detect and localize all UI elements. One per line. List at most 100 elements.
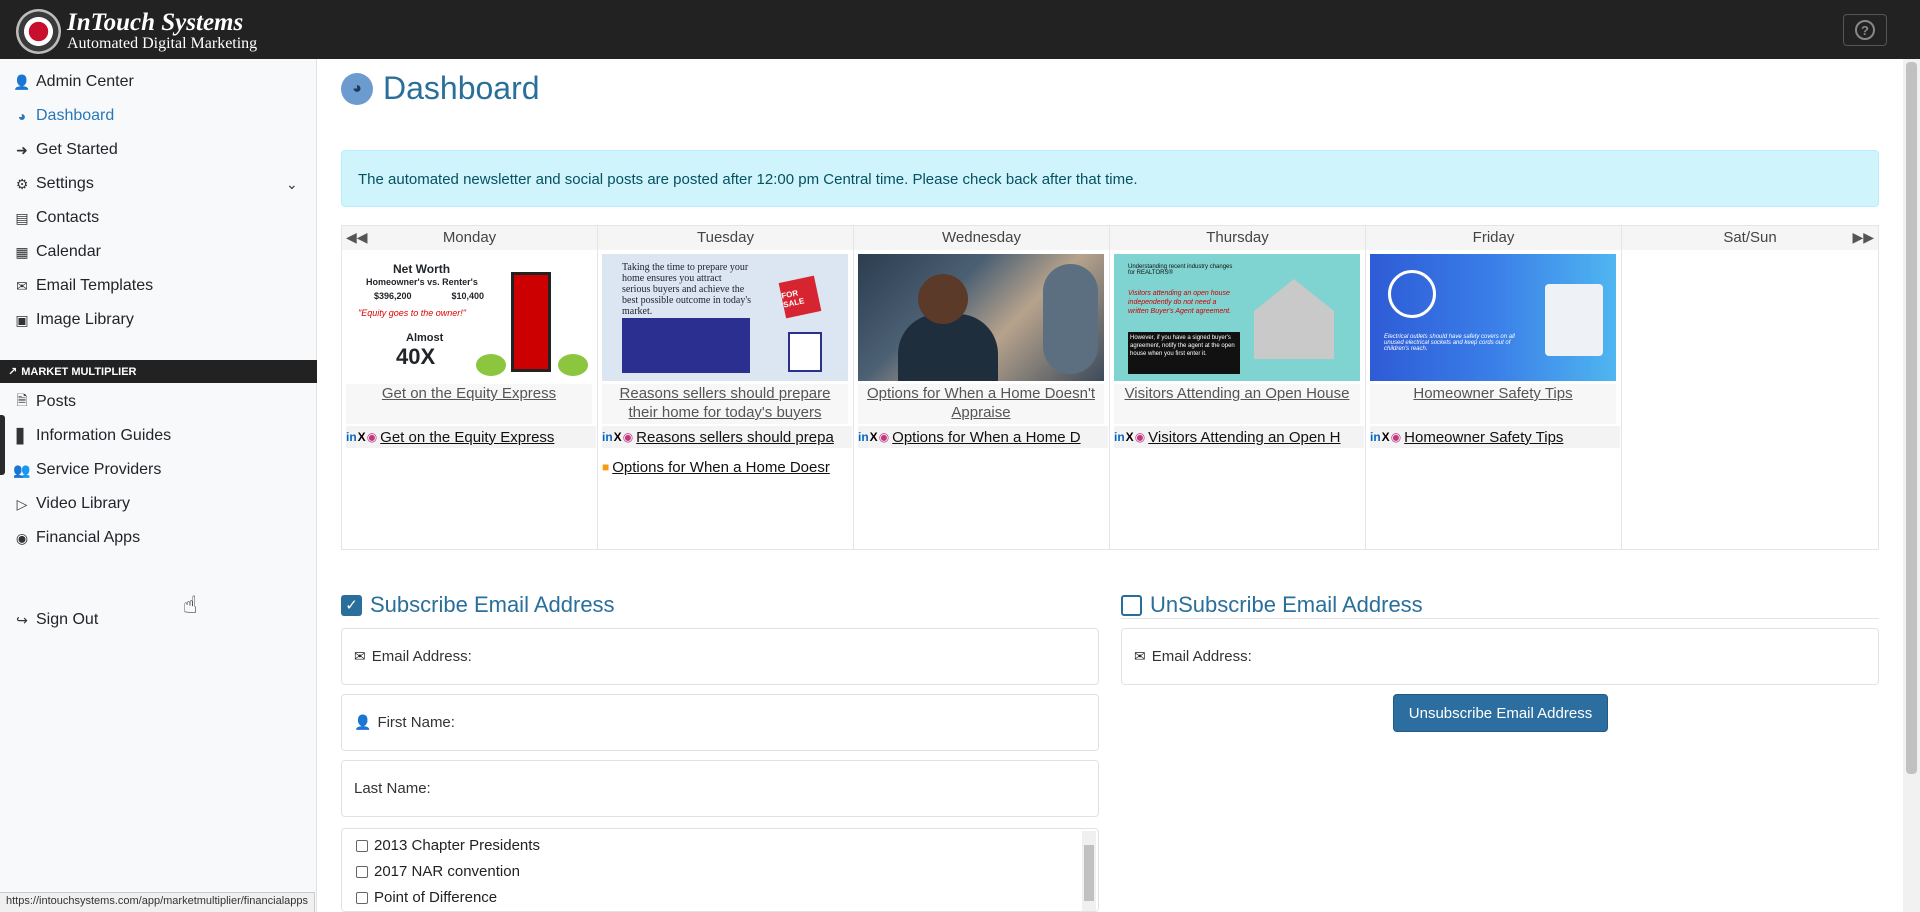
sidebar-item-posts[interactable]: 🗎 Posts [12,389,76,415]
sidebar-item-service-providers[interactable]: 👥 Service Providers [12,457,161,483]
unsubscribe-email-field[interactable]: ✉ Email Address: [1121,628,1879,685]
thumb-text: However, if you have a signed buyer's ag… [1128,332,1240,374]
image-icon: ▣ [15,311,29,328]
page-scrollbar-thumb[interactable] [1906,62,1917,774]
post-link[interactable]: Homeowner Safety Tips [1370,384,1616,424]
thumb-text: Homeowner's vs. Renter's [366,277,478,287]
sidebar-toggle-handle[interactable] [0,415,5,475]
social-post-link[interactable]: Options for When a Home D [892,429,1080,446]
book-icon: ▋ [16,427,28,444]
last-name-field[interactable]: Last Name: [341,760,1099,817]
linkedin-icon: in [602,430,613,444]
group-list[interactable]: 2013 Chapter Presidents 2017 NAR convent… [341,828,1099,912]
sidebar-item-email-templates[interactable]: ✉ Email Templates [12,273,153,299]
hand-cursor-icon: ☝ [183,592,198,619]
sidebar-item-financial-apps[interactable]: ◉ Financial Apps [12,525,140,551]
sidebar-item-label: Information Guides [36,427,172,444]
field-label: Last Name: [354,780,431,797]
calendar-day-wednesday: Wednesday Options for When a Home Doesn'… [854,226,1110,549]
logo-subtitle: Automated Digital Marketing [67,35,258,53]
sidebar: 👤 Admin Center ◕ Dashboard ➜ Get Started… [0,59,317,912]
sidebar-item-label: Service Providers [36,461,162,478]
checkbox[interactable] [356,891,368,904]
social-post-row[interactable]: in X ◉ Options for When a Home D [858,426,1108,448]
checkbox[interactable] [356,865,368,878]
post-thumbnail-reasons[interactable]: Taking the time to prepare your home ens… [602,254,848,381]
thumb-text: Almost [406,332,444,344]
social-post-link[interactable]: Reasons sellers should prepa [636,429,834,446]
checkbox[interactable] [356,839,368,852]
page-title: ◕ Dashboard [341,70,540,107]
sidebar-item-dashboard[interactable]: ◕ Dashboard [12,103,115,129]
thumb-text: $10,400 [451,291,484,301]
post-thumbnail-equity[interactable]: Net Worth Homeowner's vs. Renter's $396,… [346,254,592,381]
calendar-day-weekend: Sat/Sun ▶▶ [1622,226,1878,549]
sidebar-item-settings[interactable]: ⚙ Settings [12,171,94,197]
group-label: 2013 Chapter Presidents [374,837,540,854]
logo[interactable]: InTouch Systems Automated Digital Market… [16,9,257,54]
social-post-row[interactable]: in X ◉ Reasons sellers should prepa [602,426,852,448]
day-header: Monday [342,226,597,250]
rss-icon: ■ [602,460,610,474]
prev-week-icon[interactable]: ◀◀ [346,229,368,246]
sidebar-item-image-library[interactable]: ▣ Image Library [12,307,133,333]
dollar-circle-icon: ◉ [15,529,29,546]
thumb-text: Electrical outlets should have safety co… [1384,334,1515,352]
thumb-text: Visitors attending an open house indepen… [1128,290,1232,315]
rss-post-link[interactable]: Options for When a Home Doesr [612,459,830,476]
sidebar-item-label: Contacts [36,209,100,226]
sidebar-item-information-guides[interactable]: ▋ Information Guides [12,423,172,449]
rss-post-row[interactable]: ■ Options for When a Home Doesr [602,456,852,478]
status-bar-url: https://intouchsystems.com/app/marketmul… [0,892,316,912]
subscribe-email-field[interactable]: ✉ Email Address: [341,628,1099,685]
post-thumbnail-visitors[interactable]: Understanding recent industry changes fo… [1114,254,1360,381]
list-scrollbar-thumb[interactable] [1084,845,1094,901]
sidebar-item-label: Video Library [36,495,130,512]
social-post-link[interactable]: Get on the Equity Express [380,429,554,446]
linkedin-icon: in [1114,430,1125,444]
unsubscribe-button[interactable]: Unsubscribe Email Address [1393,694,1608,732]
gears-icon: ⚙ [15,175,29,192]
post-link[interactable]: Options for When a Home Doesn't Appraise [858,384,1104,424]
sidebar-item-calendar[interactable]: ▦ Calendar [12,239,101,265]
divider [1121,618,1879,619]
social-post-row[interactable]: in X ◉ Visitors Attending an Open H [1114,426,1364,448]
top-navbar: InTouch Systems Automated Digital Market… [0,0,1920,59]
social-post-link[interactable]: Homeowner Safety Tips [1404,429,1563,446]
post-thumbnail-safety[interactable]: Electrical outlets should have safety co… [1370,254,1616,381]
post-link[interactable]: Get on the Equity Express [346,384,592,424]
post-thumbnail-appraise[interactable] [858,254,1104,381]
calendar-icon: ▦ [15,243,29,260]
social-post-row[interactable]: in X ◉ Homeowner Safety Tips [1370,426,1620,448]
group-option[interactable]: 2017 NAR convention [356,863,520,880]
group-option[interactable]: Point of Difference [356,889,497,906]
sidebar-item-contacts[interactable]: ▤ Contacts [12,205,99,231]
sidebar-item-admin-center[interactable]: 👤 Admin Center [12,69,134,95]
address-card-icon: ▤ [15,209,29,226]
social-post-link[interactable]: Visitors Attending an Open H [1148,429,1340,446]
help-button[interactable]: ? [1843,14,1887,46]
group-option[interactable]: 2013 Chapter Presidents [356,837,540,854]
chevron-down-icon[interactable]: ⌄ [286,176,298,193]
sidebar-item-get-started[interactable]: ➜ Get Started [12,137,118,163]
sidebar-item-label: Email Templates [36,277,154,294]
post-link[interactable]: Reasons sellers should prepare their hom… [602,384,848,424]
x-icon: X [1125,430,1134,444]
first-name-field[interactable]: 👤 First Name: [341,694,1099,751]
instagram-icon: ◉ [622,430,634,444]
linkedin-icon: in [1370,430,1381,444]
sidebar-item-sign-out[interactable]: ↪ Sign Out [12,607,98,633]
thumb-text: $396,200 [374,291,412,301]
social-post-row[interactable]: in X ◉ Get on the Equity Express [346,426,596,448]
user-gear-icon: 👤 [13,73,31,90]
instagram-icon: ◉ [1134,430,1146,444]
next-week-icon[interactable]: ▶▶ [1852,229,1874,246]
sidebar-item-label: Financial Apps [36,529,141,546]
checklist-graphic [622,318,750,373]
gauge-icon: ◕ [341,72,373,105]
envelope-icon: ✉ [1134,648,1146,664]
users-icon: 👥 [13,461,31,478]
post-link[interactable]: Visitors Attending an Open House [1114,384,1360,424]
sidebar-item-video-library[interactable]: ▷ Video Library [12,491,130,517]
sidebar-item-label: Admin Center [36,73,134,90]
